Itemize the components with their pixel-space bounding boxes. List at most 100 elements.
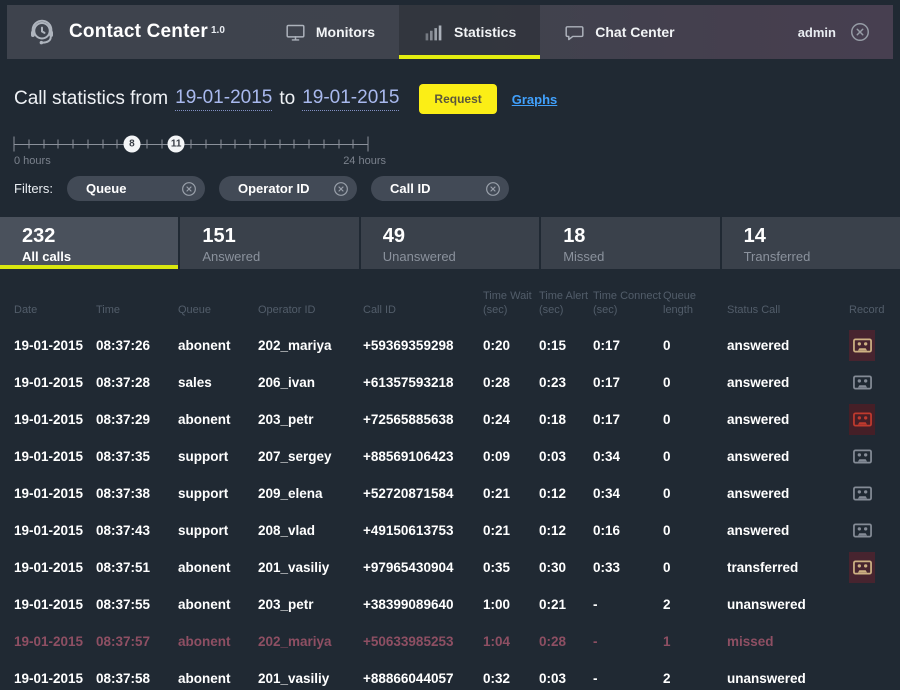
remove-filter-icon[interactable] [181,181,197,197]
record-playback-icon[interactable] [849,515,875,546]
cell-queue-length: 0 [663,412,727,427]
table-row[interactable]: 19-01-2015 08:37:26 abonent 202_mariya +… [0,327,900,364]
cell-queue-length: 0 [663,375,727,390]
slider-tick [279,140,280,149]
cell-call-id: +38399089640 [363,597,483,612]
record-playback-icon[interactable] [849,367,875,398]
card-answered-value: 151 [202,224,358,248]
cell-time: 08:37:26 [96,338,178,353]
table-row[interactable]: 19-01-2015 08:37:43 support 208_vlad +49… [0,512,900,549]
card-unanswered[interactable]: 49 Unanswered [361,217,539,269]
cell-time-connect: - [593,671,663,686]
cell-date: 19-01-2015 [0,634,96,649]
table-row[interactable]: 19-01-2015 08:37:57 abonent 202_mariya +… [0,623,900,660]
date-from-field[interactable]: 19-01-2015 [175,87,272,111]
record-playback-icon[interactable] [849,478,875,509]
cell-status-call: answered [727,412,833,427]
cell-status-call: answered [727,523,833,538]
cell-date: 19-01-2015 [0,560,96,575]
table-row[interactable]: 19-01-2015 08:37:55 abonent 203_petr +38… [0,586,900,623]
cell-operator-id: 201_vasiliy [258,560,363,575]
table-row[interactable]: 19-01-2015 08:37:38 support 209_elena +5… [0,475,900,512]
slider-handle-high[interactable]: 11 [168,136,185,153]
cell-time-alert: 0:21 [539,597,593,612]
card-missed-value: 18 [563,224,719,248]
slider-tick [235,140,236,149]
cell-time-wait: 0:32 [483,671,539,686]
cell-time-alert: 0:23 [539,375,593,390]
slider-handle-low[interactable]: 8 [123,136,140,153]
cell-date: 19-01-2015 [0,449,96,464]
table-row[interactable]: 19-01-2015 08:37:58 abonent 201_vasiliy … [0,660,900,690]
column-header: Call ID [363,303,483,317]
cell-time-alert: 0:12 [539,486,593,501]
table-row[interactable]: 19-01-2015 08:37:51 abonent 201_vasiliy … [0,549,900,586]
cell-queue-length: 2 [663,597,727,612]
table-header: Date Time Queue Operator ID Call ID Time… [0,281,900,327]
slider-tick [87,140,88,149]
cell-call-id: +50633985253 [363,634,483,649]
table-row[interactable]: 19-01-2015 08:37:28 sales 206_ivan +6135… [0,364,900,401]
column-header: Time Wait(sec) [483,289,539,318]
cell-status-call: unanswered [727,671,833,686]
cell-call-id: +59369359298 [363,338,483,353]
cell-call-id: +88569106423 [363,449,483,464]
card-unanswered-value: 49 [383,224,539,248]
record-playback-icon[interactable] [849,552,875,583]
cell-time-connect: 0:16 [593,523,663,538]
slider-tick [73,140,74,149]
time-range-slider[interactable]: 8 11 0 hours 24 hours [14,134,368,164]
cell-record [833,367,900,398]
filter-chip-queue-label: Queue [86,181,126,196]
filter-chip-queue[interactable]: Queue [67,176,205,201]
cell-time-alert: 0:18 [539,412,593,427]
nav-chat-center[interactable]: Chat Center [540,5,698,59]
record-playback-icon[interactable] [849,404,875,435]
cell-call-id: +88866044057 [363,671,483,686]
cell-record [833,478,900,509]
card-missed[interactable]: 18 Missed [541,217,719,269]
slider-tick [309,140,310,149]
card-all-calls[interactable]: 232 All calls [0,217,178,269]
card-missed-label: Missed [563,249,719,264]
cell-time-connect: - [593,634,663,649]
slider-tick [161,140,162,149]
cell-time-alert: 0:03 [539,449,593,464]
slider-tick [102,140,103,149]
date-to-field[interactable]: 19-01-2015 [302,87,399,111]
card-answered[interactable]: 151 Answered [180,217,358,269]
headset-logo-icon [27,17,57,47]
record-playback-icon[interactable] [849,441,875,472]
card-transferred[interactable]: 14 Transferred [722,217,900,269]
logout-icon[interactable] [849,21,871,43]
cell-date: 19-01-2015 [0,523,96,538]
record-playback-icon[interactable] [849,330,875,361]
card-transferred-value: 14 [744,224,900,248]
request-button[interactable]: Request [419,84,496,114]
cell-status-call: missed [727,634,833,649]
table-row[interactable]: 19-01-2015 08:37:35 support 207_sergey +… [0,438,900,475]
filter-chip-call-id[interactable]: Call ID [371,176,509,201]
nav-monitors[interactable]: Monitors [261,5,399,59]
nav-statistics[interactable]: Statistics [399,5,540,59]
cell-time-wait: 0:21 [483,486,539,501]
cell-time-wait: 1:04 [483,634,539,649]
slider-tick [220,140,221,149]
app-version: 1.0 [211,25,225,36]
filter-chip-operator-id[interactable]: Operator ID [219,176,357,201]
cell-queue: support [178,449,258,464]
cell-status-call: answered [727,375,833,390]
cell-status-call: unanswered [727,597,833,612]
user-area: admin [798,5,893,59]
remove-filter-icon[interactable] [485,181,501,197]
cell-record [833,515,900,546]
cell-time-alert: 0:03 [539,671,593,686]
table-row[interactable]: 19-01-2015 08:37:29 abonent 203_petr +72… [0,401,900,438]
cell-queue: abonent [178,412,258,427]
cell-queue: abonent [178,560,258,575]
calls-table: Date Time Queue Operator ID Call ID Time… [0,281,900,690]
graphs-link[interactable]: Graphs [512,92,558,107]
cell-date: 19-01-2015 [0,412,96,427]
slider-tick [294,140,295,149]
remove-filter-icon[interactable] [333,181,349,197]
